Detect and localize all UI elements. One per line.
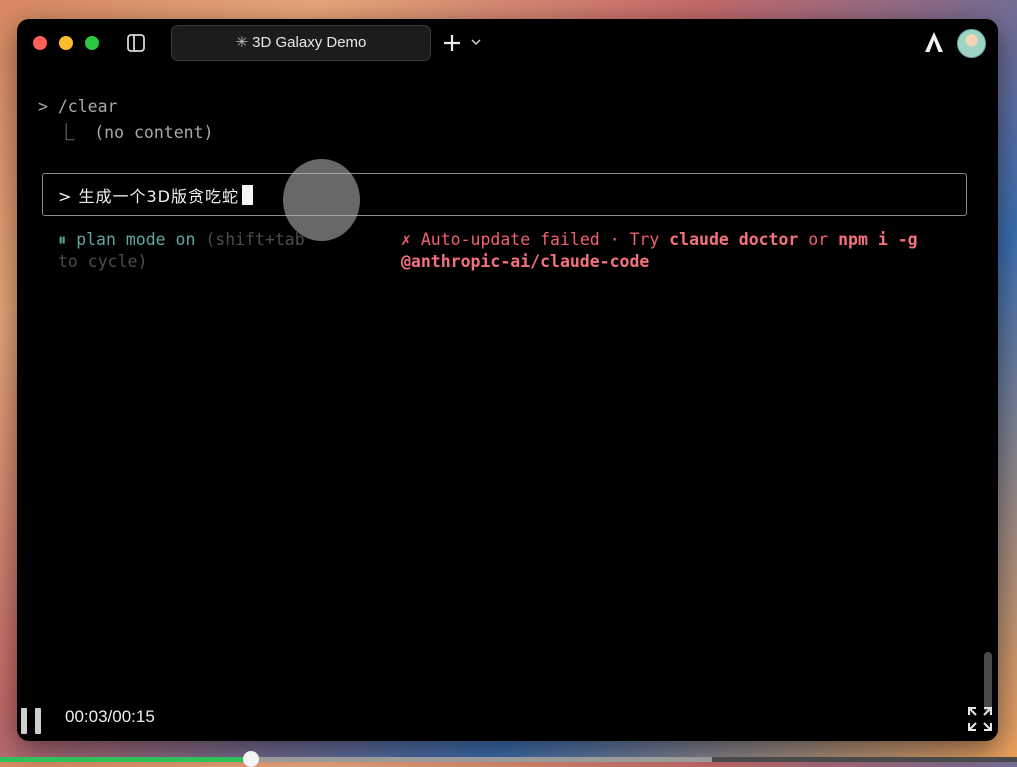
plan-mode-hint-line2: to cycle) [58,252,148,271]
pause-bar-right [35,708,41,734]
prompt-input[interactable]: > 生成一个3D版贪吃蛇 [58,183,254,207]
auto-update-error-line2: @anthropic-ai/claude-code [401,252,649,271]
tab-active[interactable]: ✳ 3D Galaxy Demo [171,25,431,61]
scrollbar[interactable] [984,652,992,712]
clear-command-result: ⎿ (no content) [38,123,214,142]
prompt-value: 生成一个3D版贪吃蛇 [78,187,240,206]
avatar[interactable] [957,29,986,58]
error-text: Auto-update failed · Try [410,230,670,249]
prompt-prefix: > [58,187,79,206]
plan-mode-status: ⏸ plan mode on (shift+tab [58,230,305,250]
error-text-or: or [798,230,839,249]
pause-bar-left [21,708,27,734]
sidebar-toggle-icon[interactable] [127,34,145,52]
error-mark-icon: ✗ [401,230,411,249]
progress-played [0,757,252,762]
touch-indicator [283,159,360,241]
terminal-window: ✳ 3D Galaxy Demo > /clear ⎿ (no content) … [17,19,998,741]
progress-scrubber-handle[interactable] [243,751,260,767]
progress-buffered [251,757,712,762]
prompt-input-box[interactable]: > 生成一个3D版贪吃蛇 [42,173,967,216]
error-command-package: @anthropic-ai/claude-code [401,252,650,271]
error-command-npm: npm i -g [838,230,918,249]
video-progress-bar[interactable] [0,751,1017,767]
pause-button[interactable] [21,708,43,734]
title-bar: ✳ 3D Galaxy Demo [17,19,998,69]
plus-icon[interactable] [441,32,463,54]
minimize-button[interactable] [59,36,73,50]
plan-mode-hint: (shift+tab [195,230,305,249]
tab-title: 3D Galaxy Demo [252,34,367,51]
chevron-down-icon[interactable] [471,38,481,46]
text-cursor [242,185,254,205]
video-timecode: 00:03/00:15 [65,707,155,726]
clear-command-line: > /clear [38,97,118,116]
close-button[interactable] [33,36,47,50]
error-command-doctor: claude doctor [669,230,799,249]
zoom-button[interactable] [85,36,99,50]
brand-logo-icon [925,32,943,52]
asterisk-icon: ✳ [235,34,249,51]
pause-icon: ⏸ [58,230,67,249]
fullscreen-icon[interactable] [966,705,994,733]
plan-mode-label: plan mode on [76,230,196,249]
auto-update-error: ✗ Auto-update failed · Try claude doctor… [401,230,918,249]
